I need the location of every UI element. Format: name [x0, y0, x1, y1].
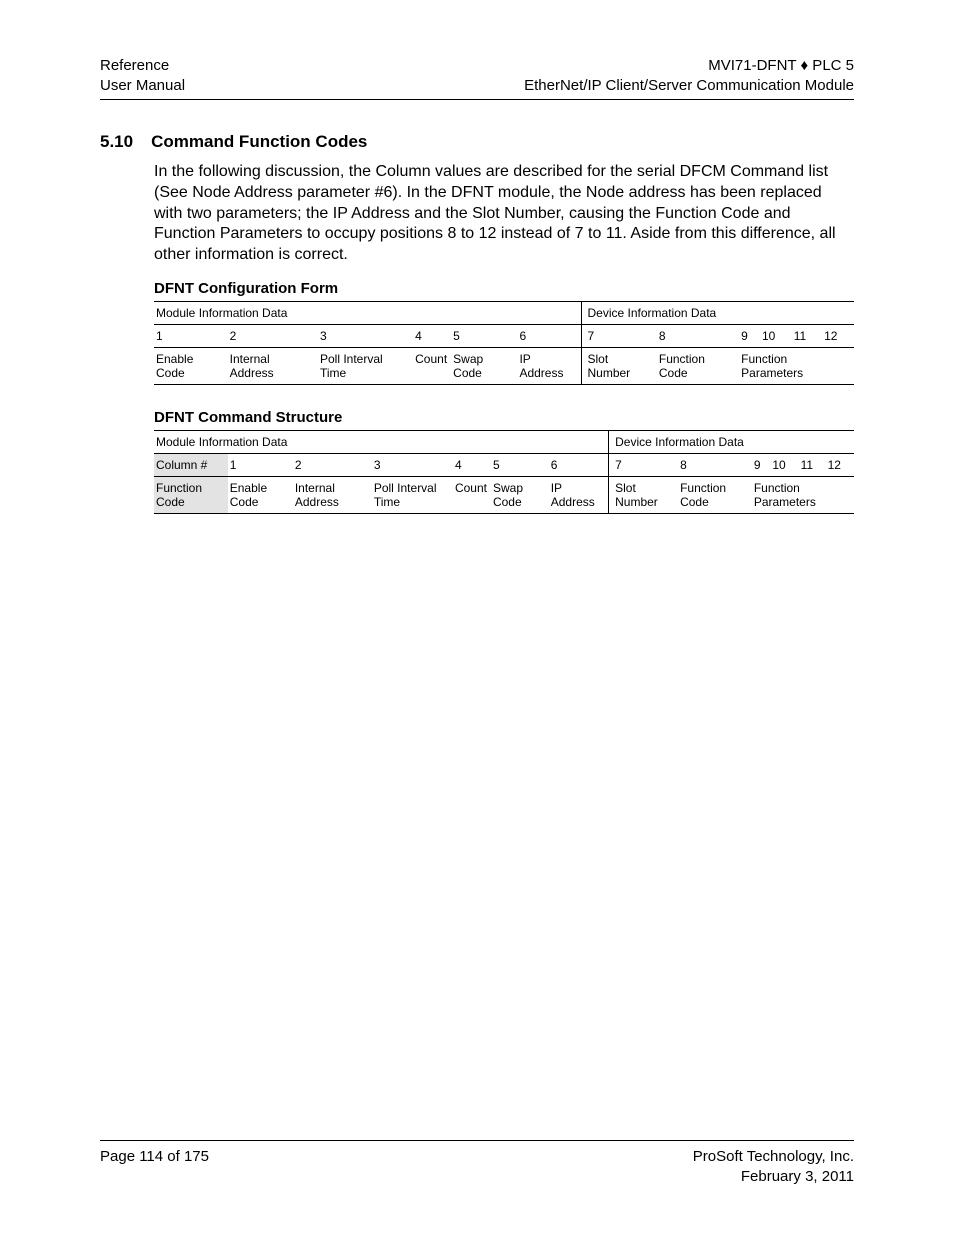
t1-label: Poll Interval Time	[318, 347, 413, 384]
t2-num: 4	[453, 453, 491, 476]
header-left-1: Reference	[100, 56, 185, 76]
t1-num: 11	[792, 324, 822, 347]
t1-num: 5	[451, 324, 517, 347]
section-heading: 5.10 Command Function Codes	[100, 132, 854, 152]
t1-num: 1	[154, 324, 228, 347]
page-footer: Page 114 of 175 ProSoft Technology, Inc.…	[100, 1140, 854, 1188]
t2-num: 7	[609, 453, 678, 476]
t2-num: 10	[770, 453, 798, 476]
t1-label: Count	[413, 347, 451, 384]
t1-num: 4	[413, 324, 451, 347]
t1-num: 2	[228, 324, 318, 347]
section-paragraph: In the following discussion, the Column …	[154, 162, 854, 266]
t2-row-label: Function Code	[154, 476, 228, 513]
page-header: Reference User Manual MVI71-DFNT ♦ PLC 5…	[100, 56, 854, 100]
table1-group-a: Module Information Data	[154, 301, 581, 324]
command-structure-table: Module Information Data Device Informati…	[154, 430, 854, 514]
t2-num: 11	[799, 453, 826, 476]
t1-num: 6	[517, 324, 581, 347]
t1-num: 10	[760, 324, 792, 347]
t2-num: 3	[372, 453, 453, 476]
header-right-1: MVI71-DFNT ♦ PLC 5	[524, 56, 854, 76]
t1-label: Enable Code	[154, 347, 228, 384]
t2-num: 2	[293, 453, 372, 476]
t1-num: 3	[318, 324, 413, 347]
t2-label: Count	[453, 476, 491, 513]
header-left-2: User Manual	[100, 76, 185, 96]
t2-num: 1	[228, 453, 293, 476]
t1-label: Internal Address	[228, 347, 318, 384]
table2-title: DFNT Command Structure	[154, 409, 854, 426]
t2-num: 12	[826, 453, 854, 476]
table2-group-a: Module Information Data	[154, 430, 609, 453]
t1-num: 7	[581, 324, 657, 347]
header-right-2: EtherNet/IP Client/Server Communication …	[524, 76, 854, 96]
table1-title: DFNT Configuration Form	[154, 280, 854, 297]
t2-num: 8	[678, 453, 752, 476]
t1-num: 9	[739, 324, 760, 347]
t2-label: Internal Address	[293, 476, 372, 513]
footer-left: Page 114 of 175	[100, 1147, 209, 1188]
table1-group-b: Device Information Data	[581, 301, 854, 324]
t1-label: Function Code	[657, 347, 739, 384]
footer-right-2: February 3, 2011	[693, 1167, 854, 1187]
t2-col-label: Column #	[154, 453, 228, 476]
config-form-table: Module Information Data Device Informati…	[154, 301, 854, 385]
t2-label: Poll Interval Time	[372, 476, 453, 513]
section-number: 5.10	[100, 132, 133, 152]
t2-label: Enable Code	[228, 476, 293, 513]
table2-group-b: Device Information Data	[609, 430, 854, 453]
t1-num: 8	[657, 324, 739, 347]
section-title: Command Function Codes	[151, 132, 367, 152]
t1-label: Function Parameters	[739, 347, 854, 384]
t2-label: Slot Number	[609, 476, 678, 513]
t2-num: 5	[491, 453, 549, 476]
t1-num: 12	[822, 324, 854, 347]
t2-num: 6	[549, 453, 609, 476]
t1-label: Swap Code	[451, 347, 517, 384]
t1-label: Slot Number	[581, 347, 657, 384]
t1-label: IP Address	[517, 347, 581, 384]
t2-num: 9	[752, 453, 771, 476]
t2-label: IP Address	[549, 476, 609, 513]
t2-label: Function Parameters	[752, 476, 854, 513]
footer-right-1: ProSoft Technology, Inc.	[693, 1147, 854, 1167]
t2-label: Function Code	[678, 476, 752, 513]
t2-label: Swap Code	[491, 476, 549, 513]
